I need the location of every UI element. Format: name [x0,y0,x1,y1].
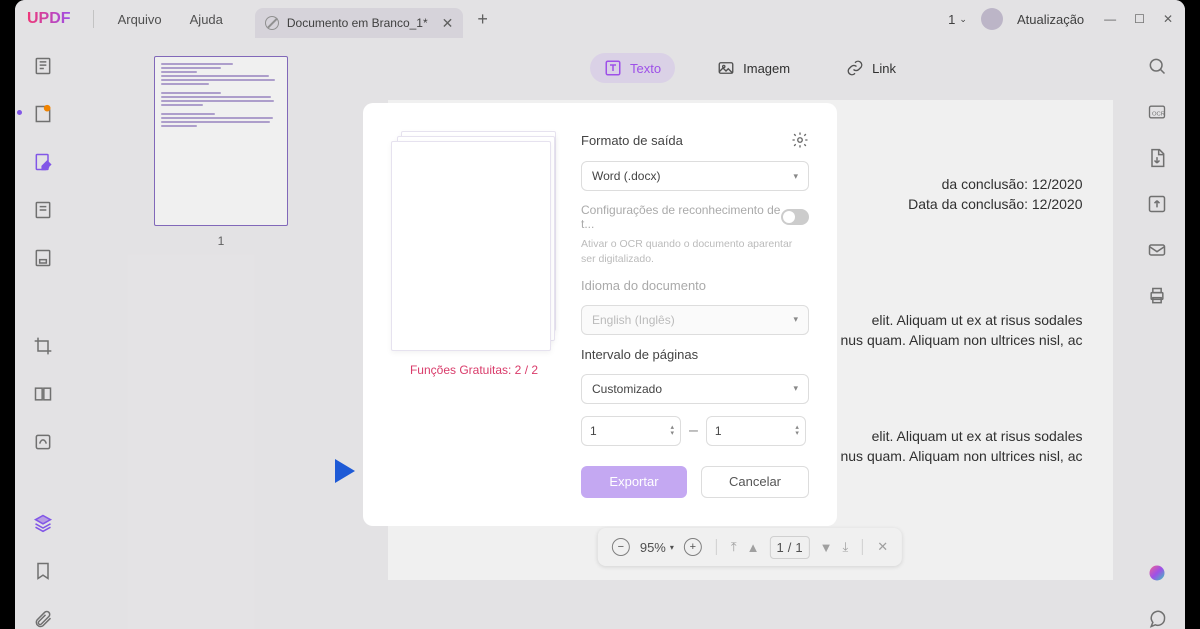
format-select[interactable]: Word (.docx)▾ [581,161,809,191]
range-dash: – [689,422,698,440]
modal-overlay: Funções Gratuitas: 2 / 2 Formato de saíd… [0,0,1200,629]
language-select[interactable]: English (Inglês)▾ [581,305,809,335]
ocr-helper-text: Ativar o OCR quando o documento aparenta… [581,237,809,265]
preview-stack [391,131,557,353]
gear-icon[interactable] [791,131,809,149]
range-select[interactable]: Customizado▾ [581,374,809,404]
ocr-toggle[interactable] [781,209,809,225]
ocr-settings-label: Configurações de reconhecimento de t... [581,203,781,231]
page-range-label: Intervalo de páginas [581,347,809,362]
callout-arrow-icon [295,453,355,494]
language-label: Idioma do documento [581,278,809,293]
export-button[interactable]: Exportar [581,466,687,498]
cancel-button[interactable]: Cancelar [701,466,809,498]
export-dialog: Funções Gratuitas: 2 / 2 Formato de saíd… [363,103,837,525]
range-from-input[interactable]: 1▴▾ [581,416,681,446]
free-features-text: Funções Gratuitas: 2 / 2 [410,363,538,377]
dialog-form: Formato de saída Word (.docx)▾ Configura… [581,131,809,497]
dialog-preview: Funções Gratuitas: 2 / 2 [391,131,557,497]
output-format-label: Formato de saída [581,133,683,148]
range-to-input[interactable]: 1▴▾ [706,416,806,446]
